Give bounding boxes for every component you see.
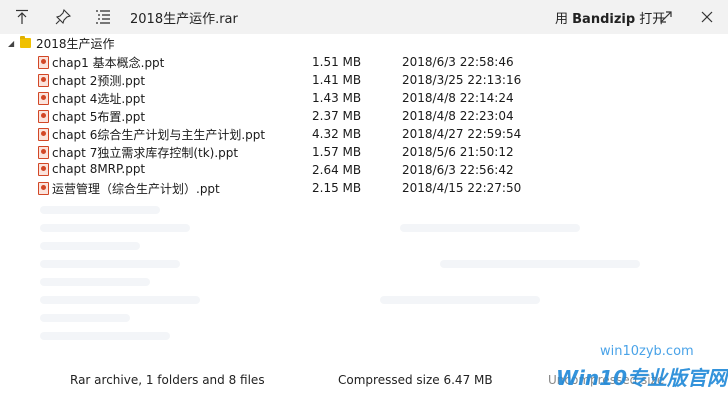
- file-name: chapt 8MRP.ppt: [52, 162, 146, 176]
- background-placeholder: [40, 314, 130, 322]
- file-date: 2018/6/3 22:58:46: [402, 55, 514, 69]
- ppt-file-icon: [38, 74, 49, 87]
- file-date: 2018/4/27 22:59:54: [402, 127, 522, 141]
- collapse-triangle-icon[interactable]: ◢: [8, 39, 20, 48]
- file-row[interactable]: chap1 基本概念.ppt 1.51 MB 2018/6/3 22:58:46: [0, 53, 728, 71]
- file-name: chapt 4选址.ppt: [52, 92, 146, 106]
- file-name: chap1 基本概念.ppt: [52, 56, 165, 70]
- background-placeholder: [400, 224, 580, 232]
- archive-title: 2018生产运作.rar: [130, 12, 238, 27]
- background-placeholder: [40, 332, 170, 340]
- archive-summary: Rar archive, 1 folders and 8 files: [70, 373, 265, 387]
- watermark-text: Win10专业版官网: [556, 366, 727, 390]
- background-placeholder: [40, 242, 140, 250]
- root-folder-label: 2018生产运作: [36, 36, 115, 51]
- list-icon[interactable]: [93, 7, 113, 27]
- file-row[interactable]: chapt 7独立需求库存控制(tk).ppt 1.57 MB 2018/5/6…: [0, 143, 728, 161]
- ppt-file-icon: [38, 182, 49, 195]
- file-row[interactable]: chapt 5布置.ppt 2.37 MB 2018/4/8 22:23:04: [0, 107, 728, 125]
- ppt-file-icon: [38, 162, 49, 176]
- up-arrow-icon[interactable]: [12, 7, 32, 27]
- background-placeholder: [40, 224, 190, 232]
- file-size: 1.51 MB: [312, 55, 362, 69]
- file-row[interactable]: chapt 8MRP.ppt 2.64 MB 2018/6/3 22:56:42: [0, 161, 728, 179]
- file-date: 2018/4/15 22:27:50: [402, 181, 522, 195]
- file-tree: ◢ 2018生产运作 chap1 基本概念.ppt 1.51 MB 2018/6…: [0, 34, 728, 364]
- file-date: 2018/6/3 22:56:42: [402, 163, 514, 177]
- file-date: 2018/5/6 21:50:12: [402, 145, 514, 159]
- background-placeholder: [440, 260, 640, 268]
- background-placeholder: [40, 260, 180, 268]
- file-size: 2.15 MB: [312, 181, 362, 195]
- ppt-file-icon: [38, 92, 49, 105]
- file-date: 2018/4/8 22:14:24: [402, 91, 514, 105]
- watermark-url: win10zyb.com: [600, 344, 694, 359]
- file-size: 2.37 MB: [312, 109, 362, 123]
- file-size: 1.43 MB: [312, 91, 362, 105]
- toolbar: 2018生产运作.rar 用 Bandizip 打开: [0, 0, 728, 34]
- file-date: 2018/4/8 22:23:04: [402, 109, 514, 123]
- file-name: chapt 6综合生产计划与主生产计划.ppt: [52, 128, 266, 142]
- pin-icon[interactable]: [53, 7, 73, 27]
- file-size: 1.57 MB: [312, 145, 362, 159]
- file-row[interactable]: chapt 6综合生产计划与主生产计划.ppt 4.32 MB 2018/4/2…: [0, 125, 728, 143]
- folder-icon: [20, 36, 31, 48]
- background-placeholder: [380, 296, 540, 304]
- ppt-file-icon: [38, 56, 49, 69]
- compressed-size: Compressed size 6.47 MB: [338, 373, 493, 387]
- file-size: 2.64 MB: [312, 163, 362, 177]
- open-prefix: 用: [555, 12, 573, 27]
- background-placeholder: [40, 278, 150, 286]
- file-row[interactable]: 运营管理（综合生产计划）.ppt 2.15 MB 2018/4/15 22:27…: [0, 179, 728, 197]
- file-name: chapt 5布置.ppt: [52, 110, 146, 124]
- file-name: chapt 2预测.ppt: [52, 74, 146, 88]
- file-name: chapt 7独立需求库存控制(tk).ppt: [52, 146, 239, 160]
- file-size: 1.41 MB: [312, 73, 362, 87]
- close-icon[interactable]: [697, 7, 717, 27]
- open-with-bandizip-button[interactable]: 用 Bandizip 打开: [555, 8, 665, 27]
- file-row[interactable]: chapt 4选址.ppt 1.43 MB 2018/4/8 22:14:24: [0, 89, 728, 107]
- file-name: 运营管理（综合生产计划）.ppt: [52, 182, 220, 196]
- ppt-file-icon: [38, 128, 49, 141]
- ppt-file-icon: [38, 110, 49, 123]
- file-row[interactable]: chapt 2预测.ppt 1.41 MB 2018/3/25 22:13:16: [0, 71, 728, 89]
- background-placeholder: [40, 296, 200, 304]
- open-app-name: Bandizip: [572, 12, 636, 27]
- file-date: 2018/3/25 22:13:16: [402, 73, 522, 87]
- tree-root-folder[interactable]: ◢ 2018生产运作: [8, 34, 115, 52]
- background-placeholder: [40, 206, 160, 214]
- expand-icon[interactable]: [656, 7, 676, 27]
- file-size: 4.32 MB: [312, 127, 362, 141]
- ppt-file-icon: [38, 146, 49, 159]
